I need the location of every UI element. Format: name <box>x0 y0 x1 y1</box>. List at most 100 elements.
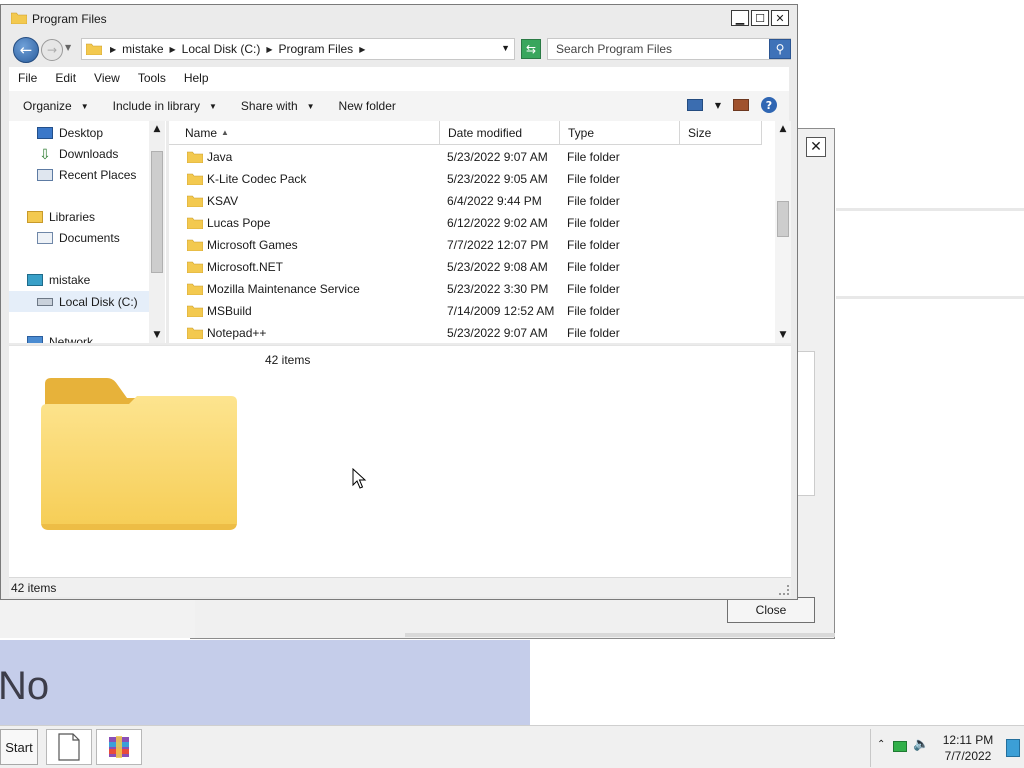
search-input[interactable]: Search Program Files <box>547 38 791 60</box>
share-with-label: Share with <box>240 99 298 113</box>
maximize-button[interactable]: ☐ <box>751 10 769 26</box>
nav-item-recent-places[interactable]: Recent Places <box>37 168 136 182</box>
breadcrumb-arrow-icon[interactable]: ▶ <box>170 45 176 54</box>
start-button[interactable]: Start <box>0 729 38 765</box>
file-row[interactable]: KSAV 6/4/2022 9:44 PM File folder <box>169 190 775 212</box>
clock-date: 7/7/2022 <box>944 749 992 763</box>
forward-button[interactable]: → <box>41 39 63 61</box>
file-type: File folder <box>567 238 620 252</box>
file-row[interactable]: Mozilla Maintenance Service 5/23/2022 3:3… <box>169 278 775 300</box>
folder-icon <box>187 151 203 163</box>
include-in-library-button[interactable]: Include in library ▼ <box>99 99 227 113</box>
column-header-name[interactable]: Name ▲ <box>169 121 440 145</box>
menu-view[interactable]: View <box>85 67 129 91</box>
clock[interactable]: 12:11 PM 7/7/2022 <box>937 732 999 764</box>
help-icon[interactable]: ? <box>761 97 777 113</box>
back-button[interactable]: ← <box>13 37 39 63</box>
background-close-icon[interactable]: ✕ <box>806 137 826 157</box>
file-name: Mozilla Maintenance Service <box>207 282 360 296</box>
search-button[interactable]: ⚲ <box>769 39 791 59</box>
breadcrumb-item[interactable]: Local Disk (C:) <box>182 42 261 56</box>
menu-help[interactable]: Help <box>175 67 218 91</box>
file-row[interactable]: Notepad++ 5/23/2022 9:07 AM File folder <box>169 322 775 343</box>
nav-item-libraries[interactable]: Libraries <box>27 210 95 224</box>
nav-item-documents[interactable]: Documents <box>37 231 120 245</box>
nav-item-network[interactable]: Network <box>27 335 93 343</box>
folder-icon <box>187 217 203 229</box>
file-row[interactable]: MSBuild 7/14/2009 12:52 AM File folder <box>169 300 775 322</box>
nav-item-desktop[interactable]: Desktop <box>37 126 103 140</box>
breadcrumb-item[interactable]: Program Files <box>279 42 354 56</box>
file-name: Notepad++ <box>207 326 267 340</box>
view-options-dropdown-icon[interactable]: ▼ <box>715 101 721 110</box>
new-folder-button[interactable]: New folder <box>325 99 406 113</box>
background-close-button[interactable]: Close <box>727 597 815 623</box>
chevron-down-icon: ▼ <box>80 101 89 111</box>
file-row[interactable]: K-Lite Codec Pack 5/23/2022 9:05 AM File f… <box>169 168 775 190</box>
menu-file[interactable]: File <box>9 67 46 91</box>
details-item-count: 42 items <box>265 353 311 367</box>
menu-tools[interactable]: Tools <box>129 67 175 91</box>
close-button[interactable]: ✕ <box>771 10 789 26</box>
scroll-up-icon[interactable]: ▲ <box>149 121 165 137</box>
file-list-scrollbar[interactable]: ▲ ▼ <box>775 121 791 343</box>
drive-icon <box>37 297 53 306</box>
taskbar-document-button[interactable] <box>46 729 92 765</box>
folder-icon <box>187 261 203 273</box>
scroll-thumb[interactable] <box>151 151 163 273</box>
organize-label: Organize <box>23 99 72 113</box>
address-history-dropdown-icon[interactable]: ▼ <box>501 43 510 53</box>
file-name: KSAV <box>207 194 239 208</box>
nav-item-computer[interactable]: mistake <box>27 273 90 287</box>
nav-label: Libraries <box>49 210 96 224</box>
chevron-down-icon: ▼ <box>306 101 315 111</box>
folder-icon <box>187 195 203 207</box>
file-row[interactable]: Microsoft Games 7/7/2022 12:07 PM File fol… <box>169 234 775 256</box>
resize-grip-icon[interactable] <box>779 585 789 595</box>
folder-icon <box>187 305 203 317</box>
folder-icon <box>187 173 203 185</box>
volume-icon[interactable]: 🔈 <box>913 737 929 752</box>
file-date-modified: 5/23/2022 9:05 AM <box>447 172 548 186</box>
include-in-library-label: Include in library <box>112 99 200 113</box>
change-view-icon[interactable] <box>686 99 703 111</box>
menu-edit[interactable]: Edit <box>46 67 85 91</box>
breadcrumb-arrow-icon[interactable]: ▶ <box>359 45 365 54</box>
column-header-size[interactable]: Size <box>680 121 762 145</box>
column-header-type[interactable]: Type <box>560 121 680 145</box>
file-date-modified: 5/23/2022 9:07 AM <box>447 326 548 340</box>
network-status-icon[interactable] <box>893 741 907 752</box>
back-arrow-icon: ← <box>19 41 33 59</box>
address-bar[interactable]: ▶ mistake ▶ Local Disk (C:) ▶ Program Fi… <box>81 38 515 60</box>
scroll-down-icon[interactable]: ▼ <box>149 327 165 343</box>
file-date-modified: 7/14/2009 12:52 AM <box>447 304 555 318</box>
scroll-thumb[interactable] <box>777 201 789 237</box>
recent-pages-dropdown-icon[interactable]: ▼ <box>65 43 71 52</box>
minimize-button[interactable]: ▁ <box>731 10 749 26</box>
background-divider <box>836 208 1024 211</box>
nav-label: Documents <box>59 231 120 245</box>
taskbar-app-button[interactable] <box>96 729 142 765</box>
show-hidden-icons-icon[interactable]: ⌃ <box>877 739 885 750</box>
share-with-button[interactable]: Share with ▼ <box>227 99 325 113</box>
scroll-up-icon[interactable]: ▲ <box>775 121 791 137</box>
scroll-down-icon[interactable]: ▼ <box>775 327 791 343</box>
background-scrollbar <box>405 633 835 637</box>
winrar-icon <box>109 736 129 758</box>
refresh-button[interactable]: ⇆ <box>521 39 541 59</box>
file-row[interactable]: Lucas Pope 6/12/2022 9:02 AM File folder <box>169 212 775 234</box>
breadcrumb-arrow-icon[interactable]: ▶ <box>266 45 272 54</box>
file-name: K-Lite Codec Pack <box>207 172 307 186</box>
organize-button[interactable]: Organize ▼ <box>9 99 99 113</box>
nav-item-local-disk[interactable]: Local Disk (C:) <box>9 291 154 312</box>
column-header-date-modified[interactable]: Date modified <box>440 121 560 145</box>
show-desktop-icon[interactable] <box>1006 739 1020 757</box>
file-row[interactable]: Microsoft.NET 5/23/2022 9:08 AM File folde… <box>169 256 775 278</box>
file-row[interactable]: Java 5/23/2022 9:07 AM File folder <box>169 146 775 168</box>
nav-item-downloads[interactable]: ⇩ Downloads <box>37 147 118 161</box>
title-bar[interactable]: Program Files ▁ ☐ ✕ <box>1 5 797 31</box>
breadcrumb-item[interactable]: mistake <box>122 42 163 56</box>
preview-pane-icon[interactable] <box>733 99 749 111</box>
nav-pane-scrollbar[interactable]: ▲ ▼ <box>149 121 165 343</box>
breadcrumb-arrow-icon[interactable]: ▶ <box>110 45 116 54</box>
